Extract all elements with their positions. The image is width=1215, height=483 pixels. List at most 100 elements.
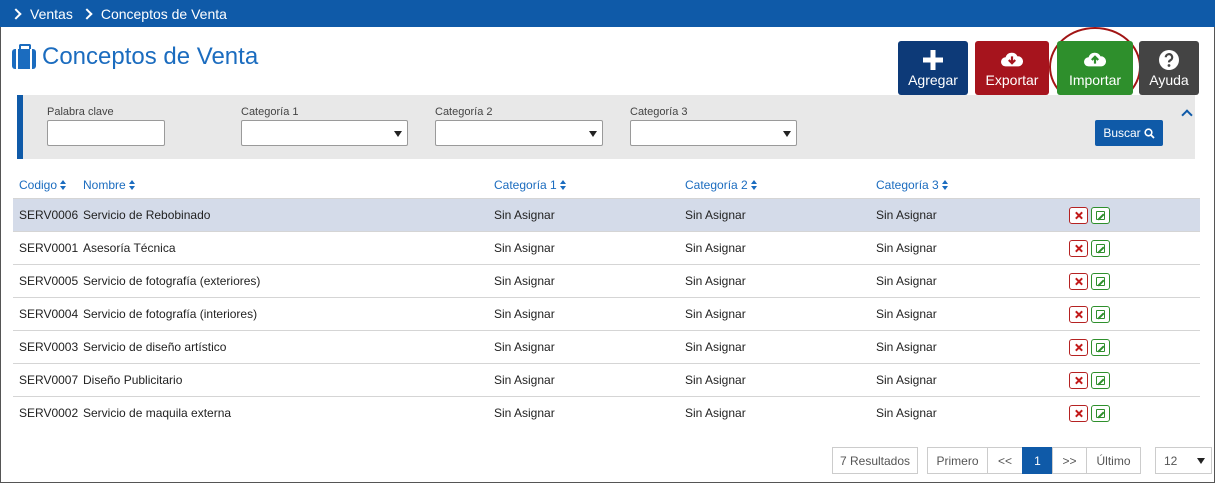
import-button[interactable]: Importar — [1057, 41, 1133, 95]
table-cell: SERV0003 — [19, 340, 79, 354]
sort-icon — [941, 180, 948, 190]
delete-icon[interactable] — [1069, 405, 1088, 422]
column-header-label: Categoría 2 — [685, 178, 748, 192]
table-row[interactable]: SERV0002 Servicio de maquila externa Sin A… — [13, 396, 1200, 429]
table-row[interactable]: SERV0001 Asesoría Técnica Sin Asignar Sin A… — [13, 231, 1200, 264]
breadcrumb: Ventas Conceptos de Venta — [0, 0, 1215, 27]
briefcase-icon — [12, 44, 36, 69]
delete-icon[interactable] — [1069, 339, 1088, 356]
table-cell: Asesoría Técnica — [83, 241, 176, 255]
cloud-upload-icon — [1084, 52, 1106, 67]
column-header-categoria1[interactable]: Categoría 1 — [494, 178, 566, 192]
chevron-up-icon[interactable] — [1181, 109, 1193, 121]
help-button[interactable]: Ayuda — [1139, 41, 1199, 95]
results-count: 7 Resultados — [832, 447, 918, 474]
table-cell: Sin Asignar — [494, 307, 555, 321]
page-first-button[interactable]: Primero — [927, 447, 988, 474]
delete-icon[interactable] — [1069, 207, 1088, 224]
edit-icon[interactable] — [1091, 372, 1110, 389]
plus-icon — [923, 50, 943, 70]
table-cell: Sin Asignar — [876, 241, 937, 255]
page-prev-button[interactable]: << — [987, 447, 1023, 474]
category1-label: Categoría 1 — [241, 106, 299, 118]
edit-icon[interactable] — [1091, 207, 1110, 224]
table-header: Codigo Nombre Categoría 1 Categoría 2 Ca… — [13, 172, 1200, 198]
sort-icon — [60, 180, 67, 190]
edit-icon[interactable] — [1091, 306, 1110, 323]
table-row[interactable]: SERV0005 Servicio de fotografía (exterior… — [13, 264, 1200, 297]
search-button[interactable]: Buscar — [1095, 120, 1163, 146]
page-size-value: 12 — [1164, 453, 1178, 468]
chevron-down-icon — [589, 131, 597, 137]
column-header-nombre[interactable]: Nombre — [83, 178, 135, 192]
table-cell: Sin Asignar — [876, 208, 937, 222]
table-cell: SERV0007 — [19, 373, 79, 387]
edit-icon[interactable] — [1091, 339, 1110, 356]
search-icon — [1144, 127, 1155, 139]
chevron-down-icon — [394, 131, 402, 137]
page-last-button[interactable]: Último — [1086, 447, 1141, 474]
table-cell: Servicio de fotografía (exteriores) — [83, 274, 261, 288]
table-cell: Sin Asignar — [685, 274, 746, 288]
table-cell: Sin Asignar — [876, 340, 937, 354]
table-cell: Sin Asignar — [685, 241, 746, 255]
table-cell: Diseño Publicitario — [83, 373, 183, 387]
table-cell: Sin Asignar — [685, 307, 746, 321]
table-cell: Servicio de maquila externa — [83, 406, 232, 420]
import-button-label: Importar — [1068, 72, 1122, 88]
chevron-down-icon — [783, 131, 791, 137]
table-cell: Sin Asignar — [685, 208, 746, 222]
category3-select[interactable] — [630, 120, 797, 146]
table-cell: Sin Asignar — [685, 340, 746, 354]
table-cell: Sin Asignar — [494, 373, 555, 387]
edit-icon[interactable] — [1091, 273, 1110, 290]
delete-icon[interactable] — [1069, 306, 1088, 323]
add-button-label: Agregar — [908, 72, 958, 88]
breadcrumb-item-ventas[interactable]: Ventas — [30, 6, 73, 22]
table-row[interactable]: SERV0006 Servicio de Rebobinado Sin Asigna… — [13, 198, 1200, 231]
table-cell: Sin Asignar — [685, 406, 746, 420]
column-header-codigo[interactable]: Codigo — [19, 178, 67, 192]
table-cell: Servicio de fotografía (interiores) — [83, 307, 258, 321]
help-button-label: Ayuda — [1149, 72, 1189, 88]
table-cell: Sin Asignar — [494, 208, 555, 222]
column-header-categoria2[interactable]: Categoría 2 — [685, 178, 757, 192]
sort-icon — [559, 180, 566, 190]
chevron-down-icon — [1197, 458, 1205, 464]
edit-icon[interactable] — [1091, 405, 1110, 422]
category1-select[interactable] — [241, 120, 408, 146]
chevron-right-icon — [81, 7, 93, 20]
export-button[interactable]: Exportar — [975, 41, 1049, 95]
chevron-right-icon — [10, 7, 22, 20]
delete-icon[interactable] — [1069, 273, 1088, 290]
page-header: Conceptos de Venta — [12, 41, 258, 73]
category2-label: Categoría 2 — [435, 106, 493, 118]
table-cell: SERV0004 — [19, 307, 79, 321]
filter-panel: Palabra clave Categoría 1 Categoría 2 Ca… — [17, 95, 1195, 159]
table-cell: Sin Asignar — [494, 274, 555, 288]
page-current-button[interactable]: 1 — [1022, 447, 1053, 474]
page-title: Conceptos de Venta — [42, 43, 259, 70]
table-cell: Sin Asignar — [494, 340, 555, 354]
table-row[interactable]: SERV0003 Servicio de diseño artístico Sin … — [13, 330, 1200, 363]
table-row[interactable]: SERV0007 Diseño Publicitario Sin Asignar Si… — [13, 363, 1200, 396]
column-header-categoria3[interactable]: Categoría 3 — [876, 178, 948, 192]
sort-icon — [128, 180, 135, 190]
column-header-label: Categoría 1 — [494, 178, 557, 192]
table-cell: Sin Asignar — [494, 406, 555, 420]
table-cell: SERV0005 — [19, 274, 79, 288]
edit-icon[interactable] — [1091, 240, 1110, 257]
breadcrumb-item-current[interactable]: Conceptos de Venta — [101, 6, 227, 22]
page-next-button[interactable]: >> — [1052, 447, 1087, 474]
table-row[interactable]: SERV0004 Servicio de fotografía (interior… — [13, 297, 1200, 330]
add-button[interactable]: Agregar — [898, 41, 968, 95]
category2-select[interactable] — [435, 120, 603, 146]
delete-icon[interactable] — [1069, 240, 1088, 257]
question-circle-icon — [1159, 50, 1179, 70]
delete-icon[interactable] — [1069, 372, 1088, 389]
table-cell: Sin Asignar — [876, 274, 937, 288]
keyword-input[interactable] — [47, 120, 165, 146]
page-size-select[interactable]: 12 — [1155, 447, 1212, 474]
table-cell: Sin Asignar — [494, 241, 555, 255]
column-header-label: Categoría 3 — [876, 178, 939, 192]
